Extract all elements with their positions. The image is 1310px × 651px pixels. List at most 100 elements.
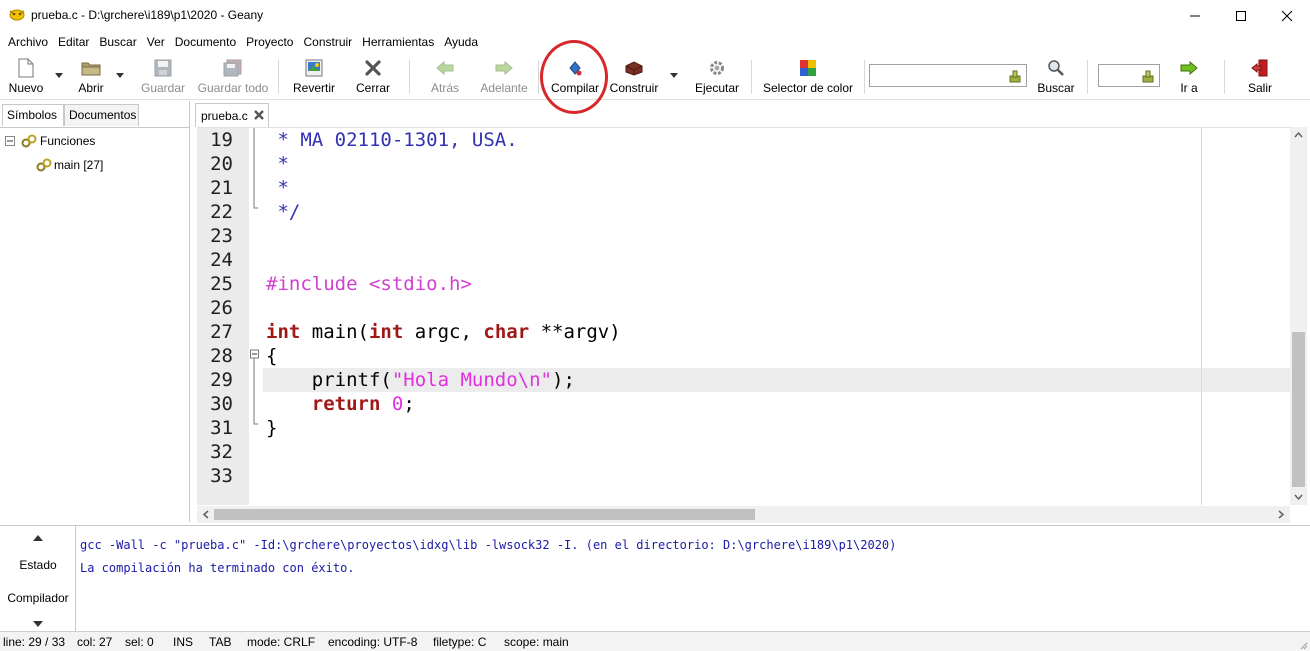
- line-number: 28: [210, 345, 233, 367]
- status-col: col: 27: [77, 634, 113, 649]
- tab-symbols[interactable]: Símbolos: [2, 104, 64, 126]
- close-window-button[interactable]: [1264, 0, 1310, 31]
- status-tab: TAB: [209, 634, 232, 649]
- minimize-button[interactable]: [1172, 0, 1218, 31]
- maximize-icon: [1236, 10, 1246, 21]
- toolbar-separator: [1087, 60, 1088, 94]
- tab-scroll-down-icon[interactable]: [33, 620, 43, 628]
- long-line-marker: [1201, 128, 1202, 505]
- tab-scroll-up-icon[interactable]: [33, 534, 43, 542]
- collapse-icon[interactable]: [5, 136, 15, 146]
- save-all-icon: [222, 57, 244, 79]
- line-number: 23: [210, 225, 233, 247]
- resize-grip-icon[interactable]: [1298, 640, 1308, 650]
- find-button[interactable]: Buscar: [1036, 54, 1076, 98]
- build-dropdown-arrow[interactable]: [669, 70, 679, 80]
- search-icon: [1045, 57, 1067, 79]
- menu-documento[interactable]: Documento: [170, 32, 241, 52]
- message-tabs: Estado Compilador: [0, 526, 76, 632]
- close-file-button[interactable]: Cerrar: [354, 54, 392, 98]
- revert-button[interactable]: Revertir: [290, 54, 338, 98]
- tab-compilador[interactable]: Compilador: [0, 591, 76, 605]
- open-dropdown-arrow[interactable]: [115, 70, 125, 80]
- close-icon: [1281, 10, 1293, 21]
- toolbar-separator: [864, 60, 865, 94]
- gear-icon: [706, 57, 728, 79]
- build-button[interactable]: Construir: [608, 54, 660, 98]
- new-button[interactable]: Nuevo: [6, 54, 46, 98]
- compile-button[interactable]: Compilar: [548, 54, 602, 98]
- tree-item-main[interactable]: main [27]: [36, 155, 103, 175]
- tab-documents[interactable]: Documentos: [64, 104, 139, 126]
- maximize-button[interactable]: [1218, 0, 1264, 31]
- menu-proyecto[interactable]: Proyecto: [241, 32, 298, 52]
- close-tab-icon[interactable]: [253, 109, 264, 123]
- goto-button[interactable]: Ir a: [1172, 54, 1206, 98]
- menu-archivo[interactable]: Archivo: [3, 32, 53, 52]
- menu-buscar[interactable]: Buscar: [94, 32, 141, 52]
- execute-button[interactable]: Ejecutar: [694, 54, 740, 98]
- forward-button[interactable]: Adelante: [476, 54, 532, 98]
- compile-icon: [564, 57, 586, 79]
- revert-icon: [303, 57, 325, 79]
- new-dropdown-arrow[interactable]: [54, 70, 64, 80]
- code-line: }: [266, 417, 278, 439]
- menu-herramientas[interactable]: Herramientas: [357, 32, 439, 52]
- scroll-left-icon[interactable]: [201, 506, 211, 523]
- vertical-scrollbar[interactable]: [1290, 127, 1307, 505]
- menu-construir[interactable]: Construir: [298, 32, 357, 52]
- tab-estado[interactable]: Estado: [0, 558, 76, 572]
- back-button[interactable]: Atrás: [426, 54, 464, 98]
- menu-ayuda[interactable]: Ayuda: [439, 32, 483, 52]
- menu-ver[interactable]: Ver: [142, 32, 170, 52]
- line-number: 32: [210, 441, 233, 463]
- save-button[interactable]: Guardar: [140, 54, 186, 98]
- line-number: 31: [210, 417, 233, 439]
- function-icon: [36, 158, 52, 172]
- menu-editar[interactable]: Editar: [53, 32, 94, 52]
- chevron-down-icon: [670, 72, 678, 78]
- vertical-scroll-thumb[interactable]: [1292, 332, 1305, 487]
- horizontal-scroll-thumb[interactable]: [214, 509, 755, 520]
- code-line: * MA 02110-1301, USA.: [266, 129, 518, 151]
- scroll-right-icon[interactable]: [1276, 506, 1286, 523]
- search-input-box[interactable]: [869, 64, 1027, 87]
- toolbar-separator: [1224, 60, 1225, 94]
- line-number: 25: [210, 273, 233, 295]
- search-input[interactable]: [870, 65, 1026, 86]
- tree-item-label: main [27]: [54, 158, 104, 172]
- scroll-up-icon[interactable]: [1290, 130, 1307, 140]
- clear-search-icon[interactable]: [1008, 69, 1022, 86]
- status-bar: line: 29 / 33 col: 27 sel: 0 INS TAB mod…: [0, 631, 1310, 651]
- code-line: */: [266, 201, 301, 223]
- save-all-button[interactable]: Guardar todo: [196, 54, 270, 98]
- toolbar-separator: [409, 60, 410, 94]
- quit-button[interactable]: Salir: [1244, 54, 1276, 98]
- open-button[interactable]: Abrir: [74, 54, 108, 98]
- code-editor[interactable]: 19 20 21 22 23 24 25 26 27 28 29 30 31 32 33 * MA 0211…: [197, 127, 1290, 505]
- tree-group-functions[interactable]: Funciones: [5, 131, 95, 151]
- compiler-output[interactable]: gcc -Wall -c "prueba.c" -Id:\grchere\pro…: [77, 526, 1310, 632]
- chevron-down-icon: [116, 72, 124, 78]
- goto-line-input-box[interactable]: [1098, 64, 1160, 87]
- code-line: #include <stdio.h>: [266, 273, 472, 295]
- line-number: 30: [210, 393, 233, 415]
- line-number: 21: [210, 177, 233, 199]
- code-line: printf("Hola Mundo\n");: [266, 369, 575, 391]
- horizontal-scrollbar[interactable]: [197, 506, 1290, 523]
- scroll-down-icon[interactable]: [1290, 492, 1307, 502]
- status-scope: scope: main: [504, 634, 569, 649]
- tab-prueba-c[interactable]: prueba.c: [195, 103, 269, 127]
- status-ins: INS: [173, 634, 194, 649]
- clear-goto-icon[interactable]: [1141, 69, 1155, 86]
- geany-lamp-icon: [8, 7, 26, 23]
- tab-label: prueba.c: [201, 108, 248, 123]
- code-line: return 0;: [311, 393, 415, 415]
- status-sel: sel: 0: [125, 634, 154, 649]
- toolbar-separator: [751, 60, 752, 94]
- line-number: 20: [210, 153, 233, 175]
- status-filetype: filetype: C: [433, 634, 487, 649]
- toolbar: Nuevo Abrir Guardar Guardar todo Reverti…: [0, 52, 1310, 100]
- status-line: line: 29 / 33: [3, 634, 66, 649]
- color-chooser-button[interactable]: Selector de color: [762, 54, 854, 98]
